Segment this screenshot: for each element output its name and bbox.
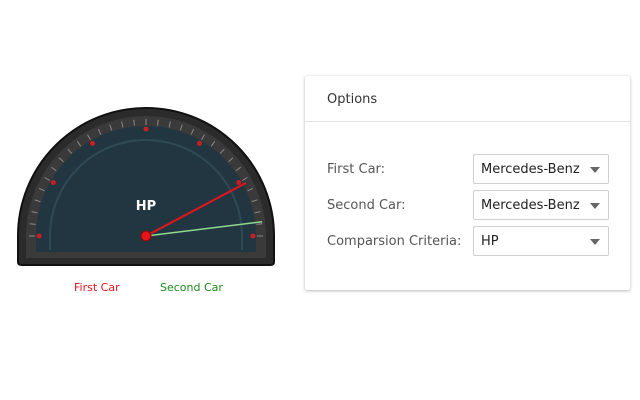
gauge-hub: [140, 230, 152, 242]
first-car-label: First Car:: [327, 162, 386, 177]
legend-first-car: First Car: [74, 281, 120, 294]
gauge-major-marker: [50, 180, 56, 185]
criteria-row: Comparsion Criteria: HP: [327, 226, 612, 258]
legend-second-car: Second Car: [160, 281, 223, 294]
first-car-select[interactable]: Mercedes-Benz: [473, 154, 609, 184]
second-car-label: Second Car:: [327, 198, 406, 213]
criteria-label: Comparsion Criteria:: [327, 234, 462, 249]
gauge-major-marker: [143, 126, 149, 132]
second-car-row: Second Car: Mercedes-Benz: [327, 190, 612, 222]
speedometer-gauge: HP First Car Second Car: [0, 0, 300, 310]
second-car-select-value: Mercedes-Benz: [481, 198, 580, 213]
gauge-label: HP: [136, 199, 156, 214]
gauge-tick: [29, 223, 36, 225]
gauge-tick: [133, 119, 135, 126]
gauge-tick: [157, 119, 159, 126]
second-car-select[interactable]: Mercedes-Benz: [473, 190, 609, 220]
options-panel: Options First Car: Mercedes-Benz Second …: [305, 76, 630, 290]
first-car-select-value: Mercedes-Benz: [481, 162, 580, 177]
gauge-major-marker: [36, 233, 42, 239]
gauge-major-marker: [250, 233, 256, 239]
gauge-graphic: HP: [17, 107, 275, 266]
criteria-select-value: HP: [481, 234, 499, 249]
gauge-major-marker: [236, 180, 242, 185]
criteria-select[interactable]: HP: [473, 226, 609, 256]
options-title: Options: [305, 76, 630, 122]
chevron-down-icon: [590, 239, 600, 245]
first-car-row: First Car: Mercedes-Benz: [327, 154, 612, 186]
gauge-tick: [256, 223, 263, 225]
chevron-down-icon: [590, 167, 600, 173]
gauge-major-marker: [197, 140, 202, 146]
chevron-down-icon: [590, 203, 600, 209]
gauge-major-marker: [90, 140, 95, 146]
